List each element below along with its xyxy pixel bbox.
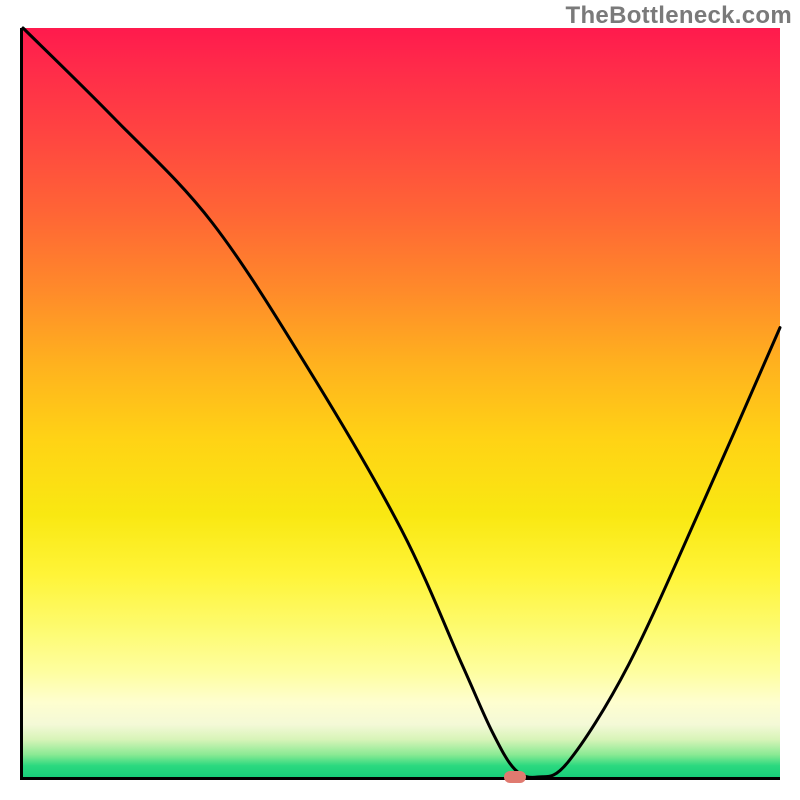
chart-container: TheBottleneck.com xyxy=(0,0,800,800)
bottleneck-curve xyxy=(23,28,780,777)
curve-path xyxy=(23,28,780,777)
watermark-label: TheBottleneck.com xyxy=(566,2,792,30)
optimum-marker xyxy=(504,771,526,783)
plot-area xyxy=(20,28,780,780)
